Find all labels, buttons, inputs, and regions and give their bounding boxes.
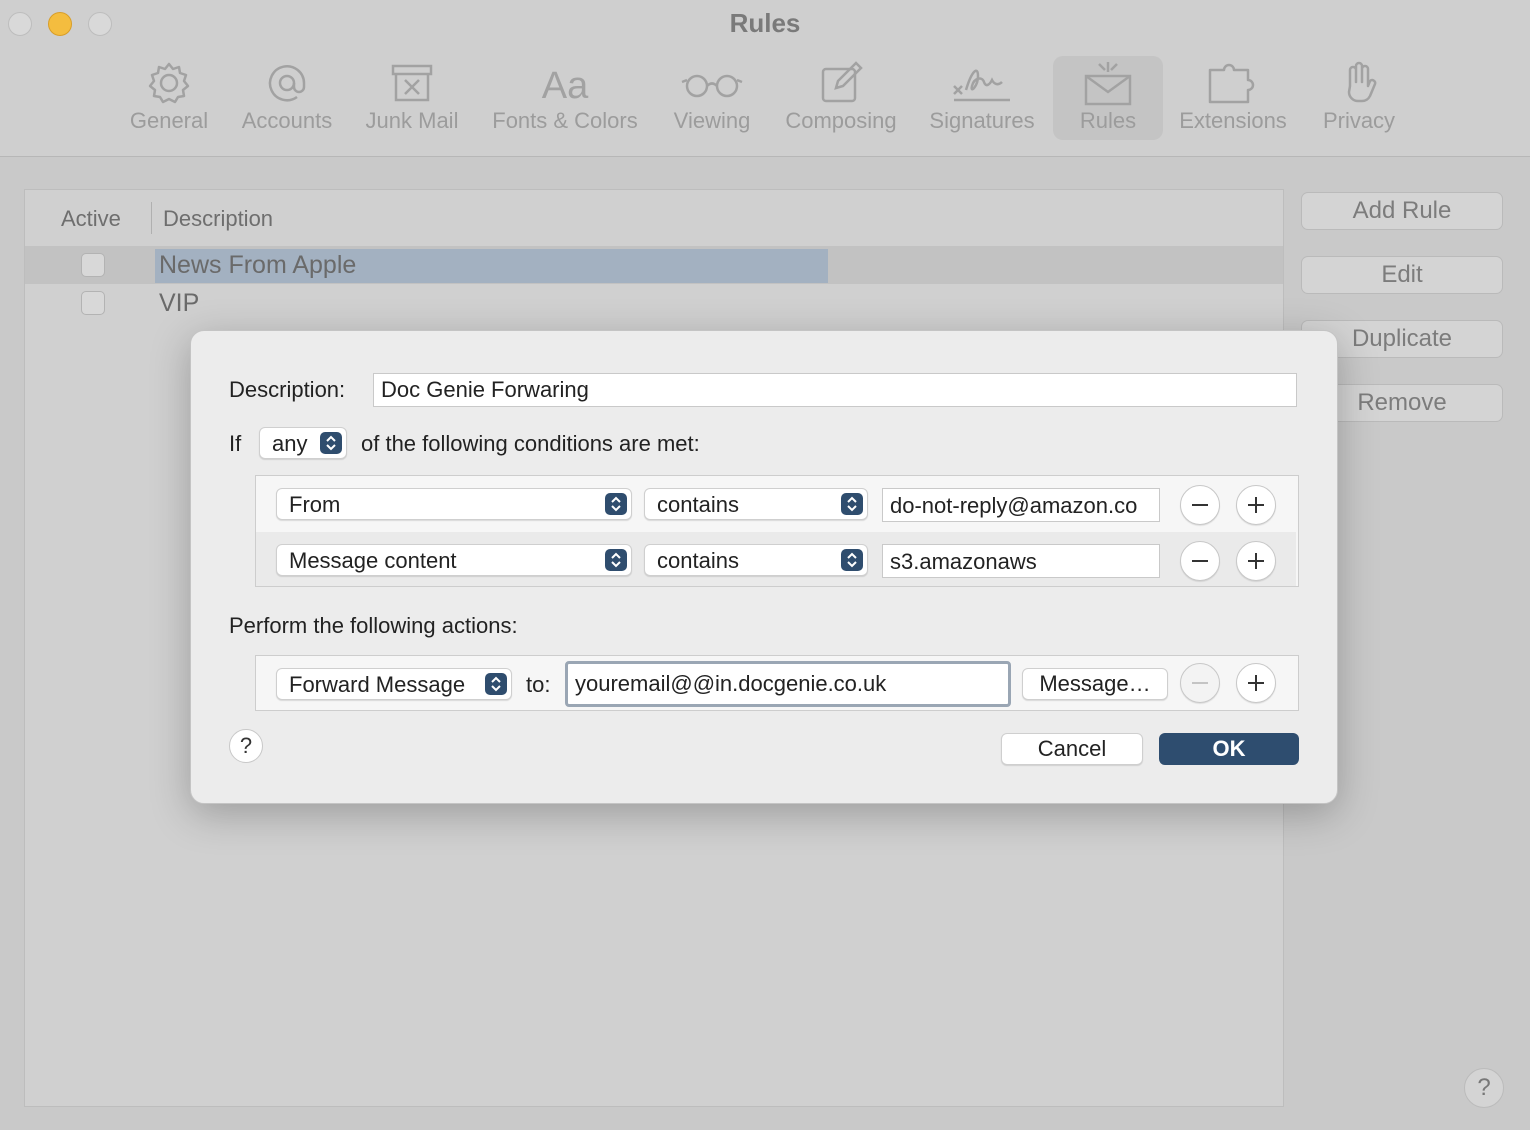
- cancel-button[interactable]: Cancel: [1001, 733, 1143, 765]
- toolbar-extensions[interactable]: Extensions: [1174, 56, 1292, 140]
- toolbar-composing-label: Composing: [785, 108, 897, 133]
- forward-to-label: to:: [526, 672, 551, 697]
- toolbar-fonts-colors-label: Fonts & Colors: [492, 108, 638, 133]
- remove-condition-button[interactable]: [1180, 485, 1220, 525]
- hand-icon: [1347, 61, 1377, 103]
- message-button[interactable]: Message…: [1022, 668, 1168, 700]
- signature-icon: [953, 69, 1010, 102]
- window-help-button[interactable]: ?: [1464, 1068, 1504, 1108]
- condition-field-popup[interactable]: Message content: [276, 544, 632, 576]
- forward-to-field[interactable]: youremail@@in.docgenie.co.uk: [565, 661, 1011, 707]
- toolbar-viewing-label: Viewing: [673, 108, 751, 133]
- plus-icon: [1248, 497, 1264, 513]
- table-row[interactable]: News From Apple: [25, 246, 1283, 284]
- table-row[interactable]: VIP: [25, 284, 1283, 322]
- conditions-list: From contains do-not-reply@amazon.co Mes…: [255, 475, 1299, 587]
- popup-arrows-icon: [605, 549, 627, 571]
- rule-description: News From Apple: [159, 251, 357, 279]
- condition-field-value: From: [289, 492, 341, 517]
- toolbar-viewing[interactable]: Viewing: [666, 56, 758, 140]
- forward-to-value: youremail@@in.docgenie.co.uk: [575, 671, 887, 696]
- junk-mail-icon: [391, 64, 433, 102]
- minus-icon: [1192, 560, 1208, 562]
- toolbar-signatures[interactable]: Signatures: [924, 56, 1040, 140]
- description-field[interactable]: Doc Genie Forwaring: [373, 373, 1297, 407]
- match-type-value: any: [272, 431, 308, 456]
- toolbar-junk-mail[interactable]: Junk Mail: [360, 56, 464, 140]
- toolbar-junk-mail-label: Junk Mail: [365, 108, 459, 133]
- puzzle-icon: [1208, 63, 1255, 104]
- rule-active-checkbox[interactable]: [81, 291, 105, 315]
- description-label: Description:: [229, 377, 346, 402]
- toolbar-composing[interactable]: Composing: [780, 56, 902, 140]
- add-condition-button[interactable]: [1236, 541, 1276, 581]
- remove-condition-button[interactable]: [1180, 541, 1220, 581]
- condition-operator-popup[interactable]: contains: [644, 544, 868, 576]
- help-button[interactable]: ?: [229, 729, 263, 763]
- minus-icon: [1192, 682, 1208, 684]
- popup-arrows-icon: [605, 493, 627, 515]
- column-separator: [151, 202, 152, 234]
- fonts-icon: Aa: [542, 65, 589, 106]
- action-type-value: Forward Message: [289, 672, 466, 697]
- plus-icon: [1248, 553, 1264, 569]
- condition-operator-popup[interactable]: contains: [644, 488, 868, 520]
- rule-editor-sheet: Description: Doc Genie Forwaring If any …: [190, 330, 1338, 804]
- toolbar-general[interactable]: General: [124, 56, 214, 140]
- condition-value-field[interactable]: s3.amazonaws: [882, 544, 1160, 578]
- condition-value-field[interactable]: do-not-reply@amazon.co: [882, 488, 1160, 522]
- gear-icon: [148, 62, 190, 104]
- popup-arrows-icon: [841, 549, 863, 571]
- toolbar-accounts-label: Accounts: [241, 108, 333, 133]
- condition-field-popup[interactable]: From: [276, 488, 632, 520]
- ok-button[interactable]: OK: [1159, 733, 1299, 765]
- plus-icon: [1248, 675, 1264, 691]
- column-header-description[interactable]: Description: [163, 206, 273, 232]
- add-rule-button[interactable]: Add Rule: [1301, 192, 1503, 230]
- column-header-active[interactable]: Active: [61, 206, 121, 232]
- rule-active-checkbox[interactable]: [81, 253, 105, 277]
- popup-arrows-icon: [320, 432, 342, 454]
- condition-operator-value: contains: [657, 548, 739, 573]
- add-condition-button[interactable]: [1236, 485, 1276, 525]
- condition-operator-value: contains: [657, 492, 739, 517]
- popup-arrows-icon: [485, 673, 507, 695]
- toolbar-general-label: General: [129, 108, 209, 133]
- remove-action-button: [1180, 663, 1220, 703]
- match-type-popup[interactable]: any: [259, 427, 347, 459]
- toolbar-rules-label: Rules: [1079, 108, 1137, 133]
- toolbar-privacy-label: Privacy: [1322, 108, 1396, 133]
- window-toolbar: Rules General Accounts Junk Mail Aa Font…: [0, 0, 1530, 157]
- actions-label: Perform the following actions:: [229, 613, 518, 638]
- rules-icon: [1084, 62, 1132, 106]
- edit-button[interactable]: Edit: [1301, 256, 1503, 294]
- add-action-button[interactable]: [1236, 663, 1276, 703]
- if-label: If: [229, 431, 242, 456]
- popup-arrows-icon: [841, 493, 863, 515]
- toolbar-signatures-label: Signatures: [929, 108, 1035, 133]
- toolbar-accounts[interactable]: Accounts: [236, 56, 338, 140]
- svg-text:Aa: Aa: [542, 65, 589, 106]
- minus-icon: [1192, 504, 1208, 506]
- rule-description: VIP: [159, 289, 200, 317]
- toolbar-privacy[interactable]: Privacy: [1316, 56, 1402, 140]
- at-sign-icon: [268, 65, 306, 102]
- window-title: Rules: [729, 8, 801, 38]
- compose-icon: [821, 61, 863, 103]
- glasses-icon: [681, 74, 743, 98]
- toolbar-rules[interactable]: Rules: [1053, 56, 1163, 140]
- toolbar-extensions-label: Extensions: [1179, 108, 1287, 133]
- conditions-suffix-label: of the following conditions are met:: [361, 431, 700, 456]
- action-type-popup[interactable]: Forward Message: [276, 668, 512, 700]
- toolbar-fonts-colors[interactable]: Aa Fonts & Colors: [486, 56, 644, 140]
- condition-field-value: Message content: [289, 548, 457, 573]
